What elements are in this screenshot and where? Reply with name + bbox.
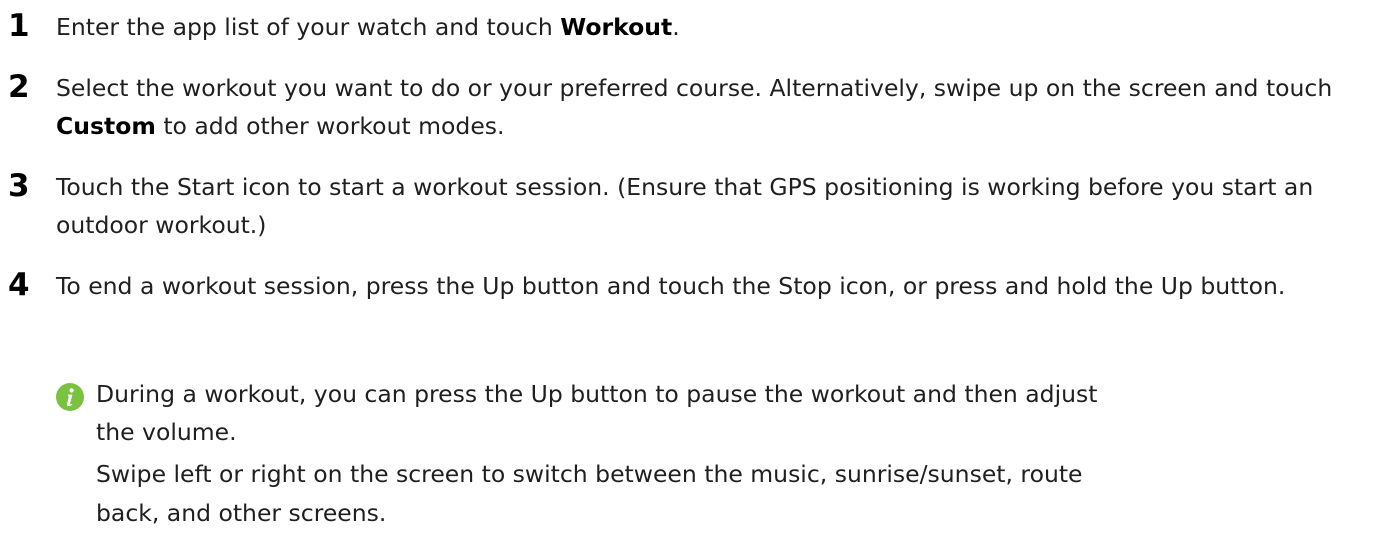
step-number: 3 [8, 168, 30, 204]
note-line: back, and other screens. [96, 499, 387, 527]
step-bold-term: Custom [56, 112, 156, 140]
note-line: Swipe left or right on the screen to swi… [96, 460, 1083, 488]
step-text-part: to add other workout modes. [155, 112, 505, 140]
info-icon [56, 383, 84, 411]
step-text: Select the workout you want to do or you… [56, 69, 1376, 145]
step-number: 2 [8, 69, 30, 105]
note-line: the volume. [96, 418, 237, 446]
step-number: 4 [8, 267, 30, 303]
note-line: During a workout, you can press the Up b… [96, 380, 1098, 408]
step-bold-term: Workout [560, 13, 673, 41]
step-text: Touch the Start icon to start a workout … [56, 173, 1314, 239]
step-text: Enter the app list of your watch and tou… [56, 8, 1376, 46]
step-text-part: Select the workout you want to do or you… [56, 74, 1333, 102]
step-text: To end a workout session, press the Up b… [56, 272, 1286, 300]
step-number: 1 [8, 8, 30, 44]
step-text-part: Enter the app list of your watch and tou… [56, 13, 561, 41]
step-text-part: . [672, 13, 680, 41]
